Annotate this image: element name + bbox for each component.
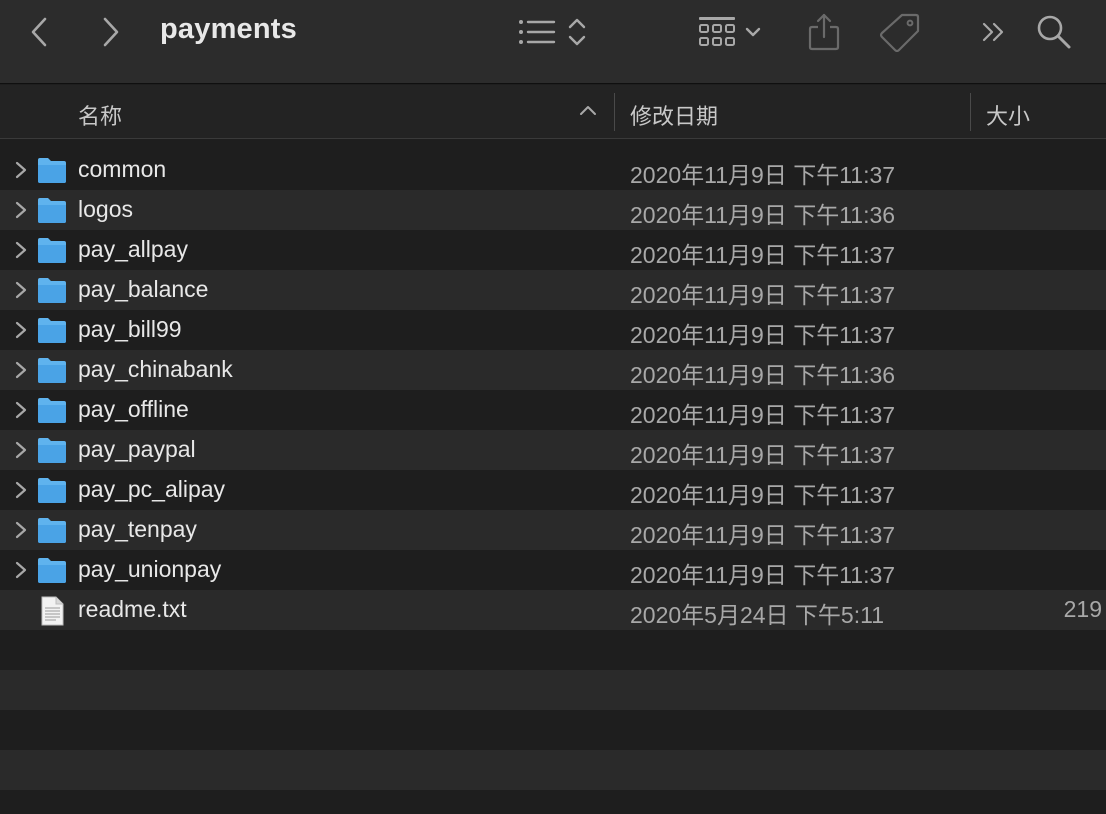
empty-row — [0, 790, 1106, 814]
more-toolbar-button[interactable] — [976, 10, 1012, 54]
file-row[interactable]: common 2020年11月9日 下午11:37 — [0, 150, 1106, 190]
list-icon — [519, 20, 556, 44]
disclosure-triangle-icon[interactable] — [14, 360, 28, 380]
search-icon — [1037, 15, 1071, 49]
file-row[interactable]: pay_offline 2020年11月9日 下午11:37 — [0, 390, 1106, 430]
file-row[interactable]: pay_chinabank 2020年11月9日 下午11:36 — [0, 350, 1106, 390]
grid-icon — [699, 17, 735, 46]
empty-row — [0, 670, 1106, 710]
file-date: 2020年11月9日 下午11:36 — [630, 202, 896, 228]
column-name-header[interactable]: 名称 — [78, 99, 122, 131]
disclosure-triangle-icon[interactable] — [14, 280, 28, 300]
finder-window: payments 名称 修改日期 大小 common 2020年11月9日 下午… — [0, 0, 1106, 814]
back-button[interactable] — [22, 10, 58, 54]
file-row[interactable]: readme.txt 2020年5月24日 下午5:11 219 — [0, 590, 1106, 630]
file-name: pay_chinabank — [78, 356, 233, 382]
share-button[interactable] — [804, 10, 844, 54]
folder-icon — [38, 158, 66, 183]
disclosure-triangle-icon[interactable] — [14, 320, 28, 340]
disclosure-triangle-icon[interactable] — [14, 200, 28, 220]
file-name: readme.txt — [78, 596, 187, 622]
file-row[interactable]: pay_tenpay 2020年11月9日 下午11:37 — [0, 510, 1106, 550]
file-name: pay_allpay — [78, 236, 188, 262]
file-name: pay_tenpay — [78, 516, 197, 542]
column-divider[interactable] — [614, 93, 615, 131]
file-name: pay_balance — [78, 276, 209, 302]
tag-button[interactable] — [878, 10, 922, 54]
file-date: 2020年11月9日 下午11:37 — [630, 562, 896, 588]
file-date: 2020年11月9日 下午11:37 — [630, 242, 896, 268]
empty-row — [0, 750, 1106, 790]
column-header: 名称 修改日期 大小 — [0, 85, 1106, 139]
sort-ascending-icon[interactable] — [578, 103, 598, 117]
disclosure-triangle-icon[interactable] — [14, 400, 28, 420]
folder-icon — [38, 318, 66, 343]
disclosure-triangle-icon[interactable] — [14, 520, 28, 540]
file-row[interactable]: pay_balance 2020年11月9日 下午11:37 — [0, 270, 1106, 310]
column-size-header[interactable]: 大小 — [986, 99, 1030, 131]
file-name: pay_unionpay — [78, 556, 222, 582]
file-row[interactable]: pay_paypal 2020年11月9日 下午11:37 — [0, 430, 1106, 470]
file-name: pay_offline — [78, 396, 189, 422]
file-name: common — [78, 156, 167, 182]
text-file-icon — [41, 596, 64, 626]
file-row[interactable]: pay_allpay 2020年11月9日 下午11:37 — [0, 230, 1106, 270]
file-row[interactable]: pay_pc_alipay 2020年11月9日 下午11:37 — [0, 470, 1106, 510]
share-icon — [808, 13, 840, 51]
file-list: common 2020年11月9日 下午11:37 logos 2020年11月9日 … — [0, 150, 1106, 814]
file-date: 2020年5月24日 下午5:11 — [630, 602, 884, 628]
file-size: 219 — [1063, 596, 1102, 622]
file-date: 2020年11月9日 下午11:37 — [630, 442, 896, 468]
disclosure-triangle-icon[interactable] — [14, 440, 28, 460]
up-down-chevrons-icon — [568, 18, 586, 46]
file-name: logos — [78, 196, 133, 222]
file-row[interactable]: pay_bill99 2020年11月9日 下午11:37 — [0, 310, 1106, 350]
tag-icon — [880, 13, 920, 52]
file-date: 2020年11月9日 下午11:37 — [630, 162, 896, 188]
disclosure-triangle-icon[interactable] — [14, 480, 28, 500]
folder-icon — [38, 278, 66, 303]
file-date: 2020年11月9日 下午11:37 — [630, 482, 896, 508]
empty-row — [0, 630, 1106, 670]
double-chevron-icon — [982, 22, 1004, 42]
folder-icon — [38, 198, 66, 223]
file-name: pay_bill99 — [78, 316, 182, 342]
file-row[interactable]: logos 2020年11月9日 下午11:36 — [0, 190, 1106, 230]
file-date: 2020年11月9日 下午11:37 — [630, 322, 896, 348]
folder-icon — [38, 358, 66, 383]
view-options-button[interactable] — [512, 10, 592, 54]
chevron-right-icon — [103, 17, 119, 47]
empty-row — [0, 710, 1106, 750]
folder-icon — [38, 438, 66, 463]
folder-icon — [38, 478, 66, 503]
forward-button[interactable] — [92, 10, 128, 54]
chevron-left-icon — [31, 17, 47, 47]
folder-icon — [38, 398, 66, 423]
toolbar: payments — [0, 0, 1106, 84]
search-button[interactable] — [1034, 10, 1074, 54]
column-date-header[interactable]: 修改日期 — [630, 99, 718, 131]
file-name: pay_pc_alipay — [78, 476, 226, 502]
file-date: 2020年11月9日 下午11:37 — [630, 402, 896, 428]
folder-icon — [38, 558, 66, 583]
file-row[interactable]: pay_unionpay 2020年11月9日 下午11:37 — [0, 550, 1106, 590]
folder-icon — [38, 518, 66, 543]
disclosure-triangle-icon[interactable] — [14, 240, 28, 260]
group-button[interactable] — [694, 10, 766, 54]
column-divider[interactable] — [970, 93, 971, 131]
disclosure-triangle-icon[interactable] — [14, 560, 28, 580]
disclosure-triangle-icon[interactable] — [14, 160, 28, 180]
file-date: 2020年11月9日 下午11:36 — [630, 362, 896, 388]
folder-icon — [38, 238, 66, 263]
file-name: pay_paypal — [78, 436, 196, 462]
window-title: payments — [160, 13, 297, 45]
file-date: 2020年11月9日 下午11:37 — [630, 282, 896, 308]
chevron-down-icon — [745, 27, 761, 37]
file-date: 2020年11月9日 下午11:37 — [630, 522, 896, 548]
